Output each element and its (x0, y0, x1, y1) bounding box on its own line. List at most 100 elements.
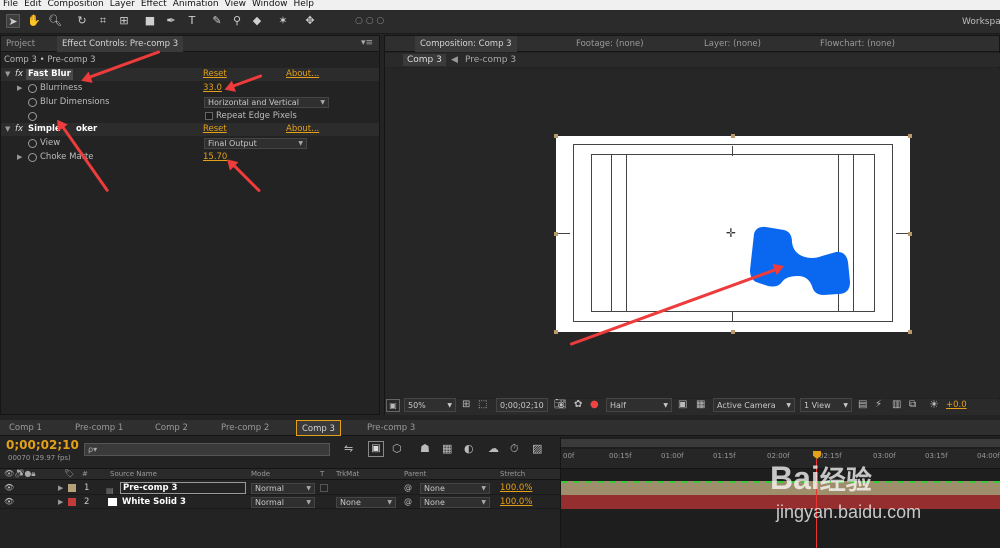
eraser-tool-icon[interactable]: ◆ (250, 14, 264, 28)
draft-3d-icon[interactable]: ⬡ (392, 442, 402, 455)
stretch-value[interactable]: 100.0% (500, 495, 532, 509)
menu-edit[interactable]: Edit (21, 0, 44, 9)
anchor-crosshair-icon[interactable]: ✛ (726, 226, 736, 240)
view-dropdown[interactable]: Final Output (204, 138, 307, 149)
stopwatch-icon[interactable] (28, 98, 37, 107)
tab-comp2[interactable]: Comp 2 (150, 420, 193, 436)
roto-brush-icon[interactable]: ✶ (276, 14, 290, 28)
subtab-precomp3[interactable]: Pre-comp 3 (465, 54, 516, 66)
live-update-icon[interactable]: ▣ (368, 441, 384, 457)
comp-mini-flowchart-icon[interactable]: ⇋ (344, 442, 353, 455)
fx-icon[interactable]: fx (15, 68, 23, 81)
tab-layer[interactable]: Layer: (none) (699, 36, 766, 52)
exposure-icon[interactable]: ☀ (929, 398, 939, 411)
puppet-tool-icon[interactable]: ✥ (303, 14, 317, 28)
label-color-swatch[interactable] (68, 498, 76, 506)
tab-footage[interactable]: Footage: (none) (571, 36, 649, 52)
preserve-transparency-checkbox[interactable] (320, 484, 328, 492)
expand-triangle-icon[interactable]: ▶ (17, 151, 22, 164)
type-tool-icon[interactable]: T (185, 14, 199, 28)
col-trkmat[interactable]: TrkMat (336, 470, 359, 478)
blurriness-value[interactable]: 33.0 (203, 82, 222, 95)
view-layout-dropdown[interactable]: 1 View ▼ (800, 398, 852, 412)
about-link[interactable]: About... (286, 68, 319, 81)
visibility-eye-icon[interactable]: 👁︎ (4, 495, 14, 509)
current-time-display[interactable]: 0;00;02;10 (496, 398, 548, 412)
tab-precomp2[interactable]: Pre-comp 2 (216, 420, 274, 436)
handle[interactable] (554, 232, 558, 236)
toggle-pixel-icon[interactable]: ▤ (858, 399, 867, 410)
graph-editor-icon[interactable]: ▨ (532, 442, 542, 455)
workspace-label[interactable]: Workspac (962, 17, 1000, 27)
comp-canvas[interactable]: ✛ (554, 134, 912, 334)
resolution-dropdown[interactable]: Half ▼ (606, 398, 672, 412)
mask-icon[interactable]: ⬚ (478, 399, 487, 410)
handle[interactable] (731, 330, 735, 334)
effect-name[interactable]: Fast Blur (26, 69, 73, 80)
menu-view[interactable]: View (222, 0, 249, 9)
layer-name[interactable]: Pre-comp 3 (120, 482, 246, 494)
col-source-name[interactable]: Source Name (110, 470, 157, 478)
effect-name-tail[interactable]: oker (76, 123, 97, 136)
flowchart-icon[interactable]: ⧉ (909, 399, 916, 410)
frame-blending-icon[interactable]: ▦ (442, 442, 452, 455)
grid-icon[interactable]: ⊞ (462, 399, 470, 410)
menu-composition[interactable]: Composition (45, 0, 107, 9)
tab-composition[interactable]: Composition: Comp 3 (415, 36, 517, 52)
handle[interactable] (731, 134, 735, 138)
menu-window[interactable]: Window (249, 0, 291, 9)
col-mode[interactable]: Mode (251, 470, 270, 478)
mode-dropdown[interactable]: Normal (251, 483, 315, 494)
reset-link[interactable]: Reset (203, 68, 227, 81)
tab-effect-controls[interactable]: Effect Controls: Pre-comp 3 (57, 36, 184, 52)
menu-layer[interactable]: Layer (107, 0, 138, 9)
layer-row[interactable]: 👁︎ ▶ 1 ▤ Pre-comp 3 Normal @ None 100.0% (0, 481, 560, 495)
camera-dropdown[interactable]: Active Camera ▼ (713, 398, 795, 412)
stopwatch-icon[interactable] (28, 153, 37, 162)
handle[interactable] (554, 134, 558, 138)
selection-tool-icon[interactable]: ➤ (6, 14, 20, 28)
handle[interactable] (554, 330, 558, 334)
blur-dimensions-dropdown[interactable]: Horizontal and Vertical (204, 97, 329, 108)
col-parent[interactable]: Parent (404, 470, 426, 478)
pen-tool-icon[interactable]: ✒ (164, 14, 178, 28)
comp-viewer[interactable]: ✛ (385, 68, 1000, 398)
expand-triangle-icon[interactable]: ▶ (58, 481, 63, 495)
transparency-grid-icon[interactable]: ▦ (696, 399, 705, 410)
hide-shy-icon[interactable]: ☗ (420, 442, 430, 455)
always-preview-icon[interactable]: ▣ (386, 399, 400, 412)
stopwatch-icon[interactable] (28, 112, 37, 121)
channel-icon[interactable]: ● (590, 399, 599, 410)
handle[interactable] (908, 232, 912, 236)
pan-behind-tool-icon[interactable]: ⊞ (117, 14, 131, 28)
hand-tool-icon[interactable]: ✋ (27, 14, 41, 28)
tab-flowchart[interactable]: Flowchart: (none) (815, 36, 900, 52)
col-stretch[interactable]: Stretch (500, 470, 525, 478)
parent-dropdown[interactable]: None (420, 483, 490, 494)
handle[interactable] (908, 330, 912, 334)
mode-dropdown[interactable]: Normal (251, 497, 315, 508)
fast-previews-icon[interactable]: ⚡ (875, 399, 882, 410)
tab-comp1[interactable]: Comp 1 (4, 420, 47, 436)
stretch-value[interactable]: 100.0% (500, 481, 532, 495)
panel-menu-icon[interactable]: ▾≡ (361, 38, 373, 48)
pickwhip-icon[interactable]: @ (404, 481, 412, 495)
timeline-search-input[interactable]: ρ▾ (84, 443, 330, 456)
reset-link[interactable]: Reset (203, 123, 227, 136)
pickwhip-icon[interactable]: @ (404, 495, 412, 509)
visibility-eye-icon[interactable]: 👁︎ (4, 481, 14, 495)
rectangle-tool-icon[interactable]: ■ (143, 14, 157, 28)
menu-help[interactable]: Help (290, 0, 317, 9)
label-color-swatch[interactable] (68, 484, 76, 492)
rotate-tool-icon[interactable]: ↻ (75, 14, 89, 28)
expand-triangle-icon[interactable]: ▶ (58, 495, 63, 509)
timeline-timecode[interactable]: 0;00;02;10 (6, 438, 79, 452)
handle[interactable] (908, 134, 912, 138)
menu-effect[interactable]: Effect (138, 0, 170, 9)
expand-triangle-icon[interactable]: ▼ (5, 68, 10, 81)
brush-tool-icon[interactable]: ✎ (210, 14, 224, 28)
tab-project[interactable]: Project (1, 36, 40, 52)
clone-stamp-icon[interactable]: ⚲ (230, 14, 244, 28)
tab-precomp3[interactable]: Pre-comp 3 (362, 420, 420, 436)
region-icon[interactable]: ▣ (678, 399, 687, 410)
